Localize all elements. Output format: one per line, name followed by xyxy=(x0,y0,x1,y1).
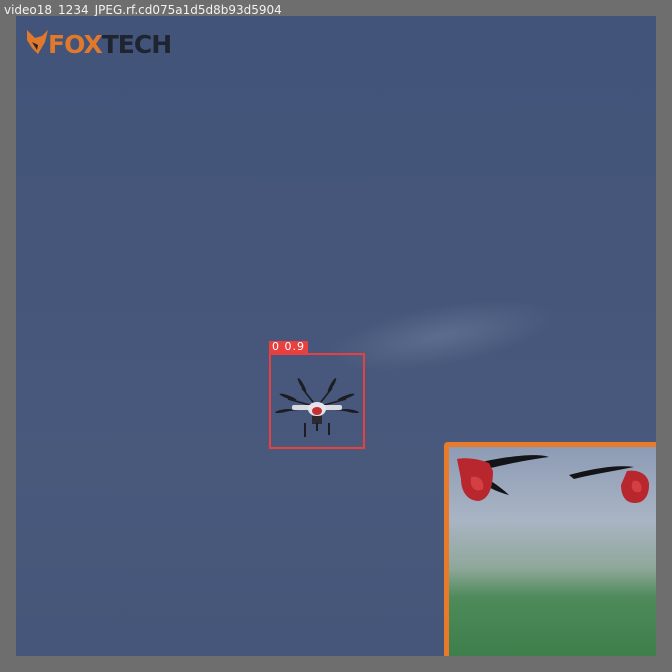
logo-tech-text: TECH xyxy=(101,30,172,59)
camera-frame: FOXTECH 0 0.9 xyxy=(16,16,656,656)
propeller-closeup-image xyxy=(457,455,649,503)
detection-label: 0 0.9 xyxy=(269,341,308,353)
detection-bounding-box xyxy=(269,353,365,449)
fox-logo-icon xyxy=(27,30,48,54)
logo-fox-text: FOX xyxy=(48,30,103,59)
foxtech-logo: FOXTECH xyxy=(24,24,172,60)
inset-camera-view xyxy=(444,442,656,656)
logo-wordmark: FOXTECH xyxy=(48,30,172,59)
image-filename: video18_1234_JPEG.rf.cd075a1d5d8b93d5904 xyxy=(4,3,282,17)
